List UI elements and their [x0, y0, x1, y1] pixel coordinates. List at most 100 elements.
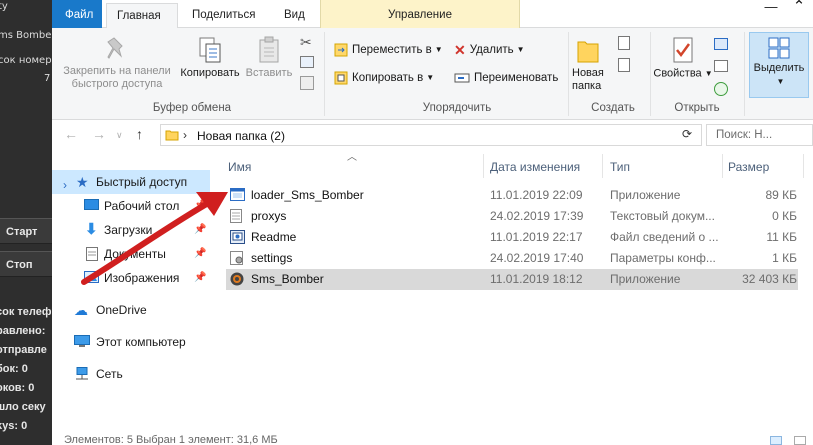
file-date: 11.01.2019 22:09 [490, 188, 583, 202]
file-date: 11.01.2019 22:17 [490, 230, 583, 244]
column-header-size[interactable]: Размер [728, 160, 769, 174]
nav-item-downloads[interactable]: ⬇ Загрузки 📌 [52, 218, 210, 242]
bg-stat-line: шло секу [0, 401, 46, 413]
paste-button[interactable]: Вставить [244, 36, 294, 80]
dropdown-caret-icon: ▼ [434, 45, 443, 54]
bg-stat-line: оков: 0 [0, 382, 35, 394]
documents-icon [86, 247, 98, 261]
nav-item-label: Документы [104, 247, 166, 261]
download-arrow-icon: ⬇ [85, 221, 98, 238]
tab-home[interactable]: Главная [106, 3, 178, 29]
file-type: Текстовый докум... [610, 209, 715, 223]
bg-app-line: 7 [44, 73, 51, 84]
bg-stat-line: отправле [0, 344, 47, 356]
file-row[interactable]: Sms_Bomber 11.01.2019 18:12 Приложение 3… [226, 269, 798, 290]
app-window-icon [230, 188, 245, 201]
file-name: Readme [251, 230, 297, 244]
recent-locations-icon[interactable]: ∨ [116, 130, 123, 141]
chevron-up-icon[interactable]: ⌃ [787, 0, 811, 20]
new-item-icon[interactable] [618, 36, 630, 50]
back-arrow-icon[interactable]: ← [64, 126, 78, 142]
nav-item-documents[interactable]: Документы 📌 [52, 242, 210, 266]
move-to-label: Переместить в [352, 44, 432, 57]
file-size: 32 403 КБ [742, 272, 797, 286]
nav-item-label: Быстрый доступ [96, 175, 188, 189]
file-row[interactable]: loader_Sms_Bomber 11.01.2019 22:09 Прило… [226, 185, 798, 206]
nav-item-label: OneDrive [96, 303, 147, 317]
forward-arrow-icon[interactable]: → [92, 126, 106, 142]
nav-item-quick-access[interactable]: › ★ Быстрый доступ [52, 170, 210, 194]
address-bar[interactable]: › Новая папка (2) [160, 124, 702, 146]
select-label: Выделить [753, 62, 805, 74]
start-button[interactable]: Старт [0, 218, 52, 244]
organize-group-label: Упорядочить [422, 102, 492, 114]
nav-item-label: Рабочий стол [104, 199, 180, 213]
bg-app-line: ms Bombe [0, 30, 52, 41]
column-header-type[interactable]: Тип [610, 160, 630, 174]
bg-stat-line: бок: 0 [0, 363, 28, 375]
stop-button[interactable]: Стоп [0, 251, 52, 277]
pin-quick-access-button[interactable]: Закрепить на панели быстрого доступа [58, 36, 176, 91]
dropdown-caret-icon: ▼ [426, 73, 435, 82]
nav-item-pictures[interactable]: Изображения 📌 [52, 266, 210, 290]
breadcrumb-chevron-icon: › [183, 128, 187, 142]
file-type: Приложение [610, 272, 681, 286]
column-divider [803, 154, 804, 178]
nav-item-network[interactable]: Сеть [52, 362, 210, 386]
file-row[interactable]: proxys 24.02.2019 17:39 Текстовый докум.… [226, 206, 798, 227]
group-divider [650, 32, 651, 116]
search-input[interactable]: Поиск: Н... [706, 124, 813, 146]
tab-view[interactable]: Вид [274, 3, 315, 28]
new-folder-button[interactable]: Новая папка [572, 36, 614, 93]
minimize-icon[interactable]: — [759, 0, 783, 20]
copy-to-button[interactable]: Копировать в ▼ [334, 68, 434, 88]
pictures-icon [84, 271, 99, 283]
status-bar: Элементов: 5 Выбран 1 элемент: 31,6 МБ [52, 432, 813, 445]
sort-ascending-icon: ︿ [347, 152, 357, 163]
select-button[interactable]: Выделить ▼ [749, 32, 809, 98]
column-header-date[interactable]: Дата изменения [490, 160, 580, 174]
pin-icon [107, 37, 123, 59]
delete-button[interactable]: ✕ Удалить ▼ [454, 40, 525, 60]
properties-label: Свойства [653, 67, 702, 80]
move-to-button[interactable]: Переместить в ▼ [334, 40, 443, 60]
cut-icon[interactable]: ✂ [300, 34, 312, 51]
file-size: 0 КБ [772, 209, 797, 223]
details-view-icon[interactable] [770, 436, 782, 445]
file-type: Файл сведений о ... [610, 230, 719, 244]
copy-path-icon[interactable] [300, 56, 314, 68]
column-divider [722, 154, 723, 178]
file-name: Sms_Bomber [251, 272, 324, 286]
column-divider [602, 154, 603, 178]
tab-manage[interactable]: Управление [320, 0, 520, 28]
nav-item-this-pc[interactable]: Этот компьютер [52, 330, 210, 354]
column-header-name[interactable]: Имя [228, 160, 251, 174]
group-divider [568, 32, 569, 116]
bg-stat-line: равлено: [0, 325, 46, 337]
file-row[interactable]: Readme 11.01.2019 22:17 Файл сведений о … [226, 227, 798, 248]
history-icon[interactable] [714, 82, 728, 96]
properties-icon [673, 37, 693, 63]
rename-button[interactable]: Переименовать [454, 68, 558, 88]
nav-item-desktop[interactable]: Рабочий стол 📌 [52, 194, 210, 218]
nav-item-onedrive[interactable]: ☁ OneDrive [52, 298, 210, 322]
tab-share[interactable]: Поделиться [182, 3, 266, 28]
nav-item-label: Сеть [96, 367, 123, 381]
large-icons-view-icon[interactable] [794, 436, 806, 445]
paste-shortcut-icon[interactable] [300, 76, 314, 90]
bg-stat-line: сок телеф [0, 306, 52, 318]
copy-button[interactable]: Копировать [178, 36, 242, 80]
refresh-icon[interactable]: ⟳ [682, 127, 692, 141]
dropdown-caret-icon: ▼ [776, 77, 785, 86]
breadcrumb[interactable]: Новая папка (2) [197, 129, 285, 143]
file-row[interactable]: settings 24.02.2019 17:40 Параметры конф… [226, 248, 798, 269]
tab-file[interactable]: Файл [52, 0, 102, 28]
file-name: settings [251, 251, 293, 265]
cloud-icon: ☁ [74, 302, 88, 318]
easy-access-icon[interactable] [618, 58, 630, 72]
properties-button[interactable]: Свойства ▼ [652, 36, 714, 80]
up-arrow-icon[interactable]: ↑ [136, 126, 143, 142]
open-icon[interactable] [714, 38, 728, 50]
edit-icon[interactable] [714, 60, 728, 72]
settings-file-icon [230, 251, 243, 265]
